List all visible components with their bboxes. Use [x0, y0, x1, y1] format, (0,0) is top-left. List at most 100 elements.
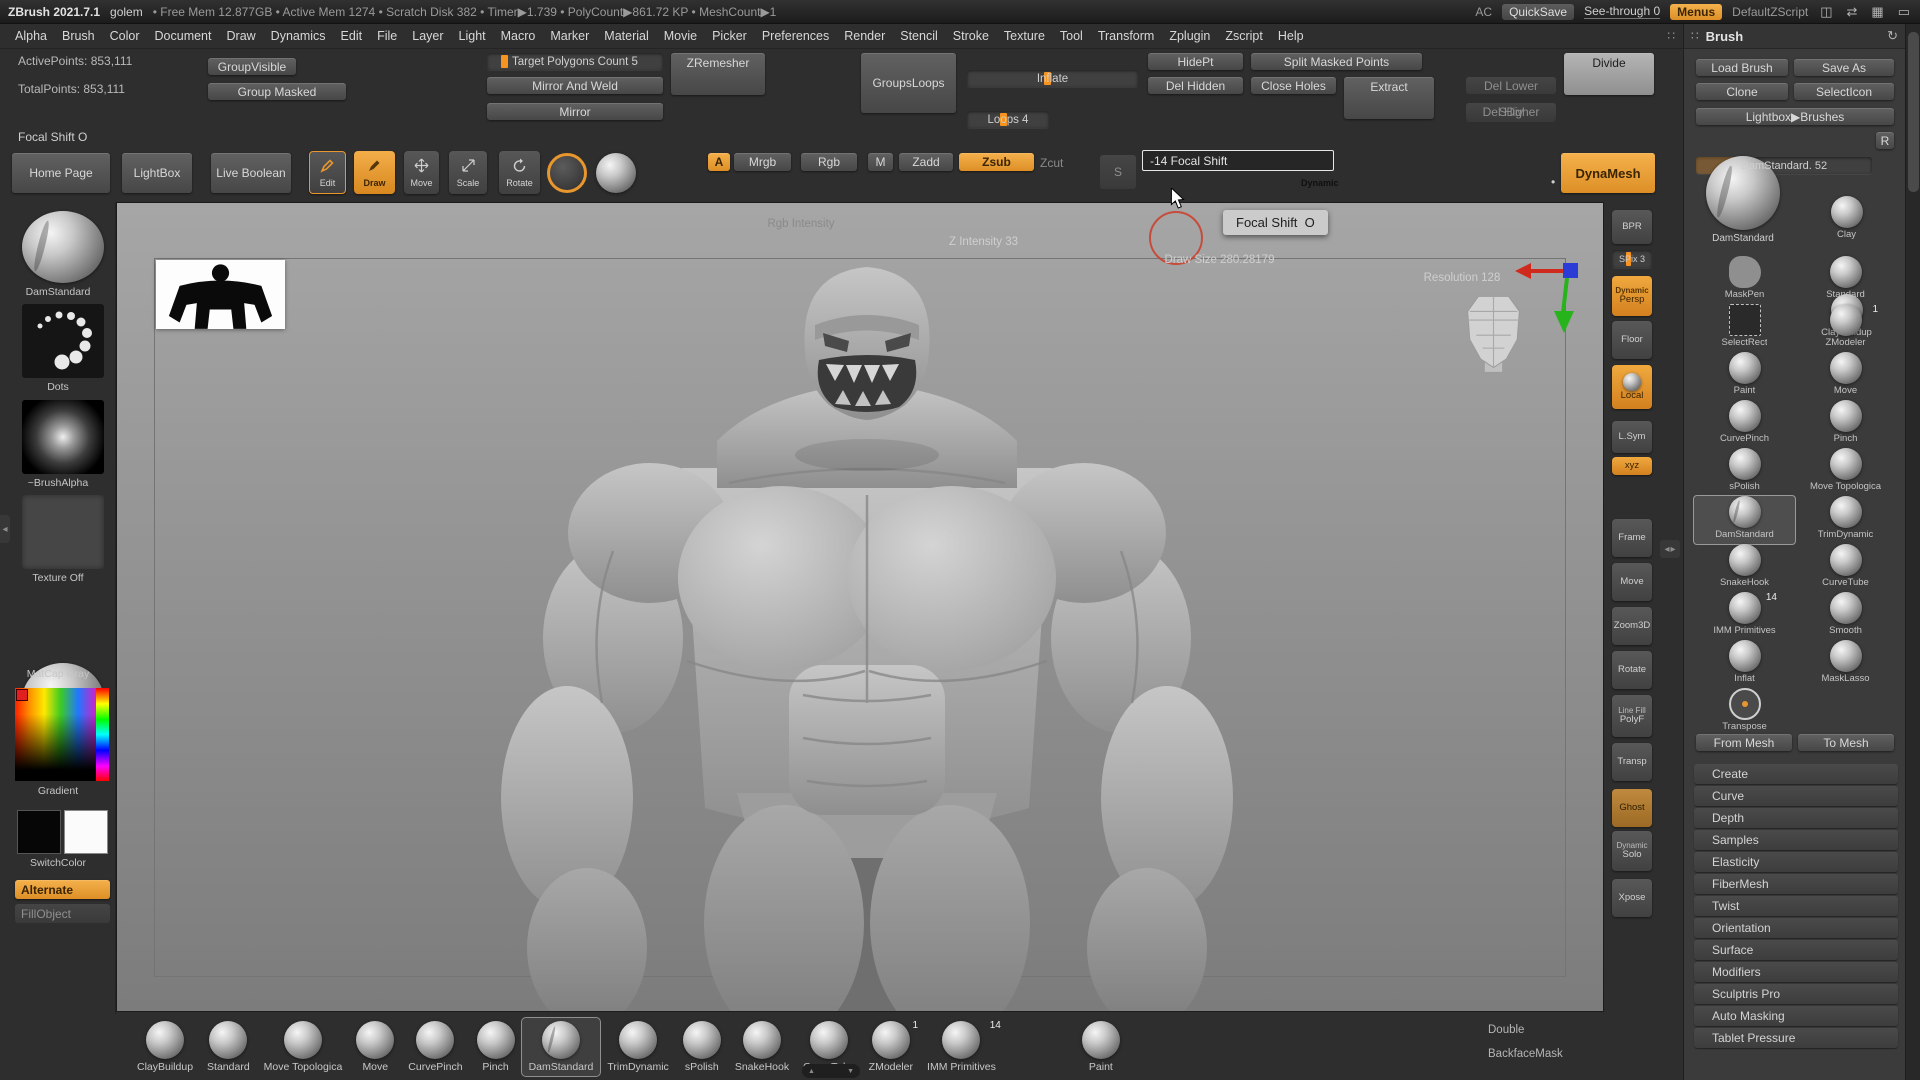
- frame-button[interactable]: Frame: [1612, 519, 1652, 557]
- solo-button[interactable]: DynamicSolo: [1612, 831, 1652, 871]
- menu-item[interactable]: Stencil: [893, 26, 945, 46]
- brush-cell[interactable]: Pinch: [1795, 400, 1896, 448]
- mrgb-button[interactable]: Mrgb: [734, 153, 791, 171]
- tray-item[interactable]: Move: [349, 1018, 401, 1076]
- brush-cell-selected[interactable]: DamStandard: [1694, 496, 1795, 544]
- tray-item[interactable]: CurvePinch: [401, 1018, 469, 1076]
- section-row[interactable]: FiberMesh: [1694, 874, 1898, 894]
- secondary-color-swatch[interactable]: [64, 810, 108, 854]
- move-button[interactable]: Move: [404, 151, 439, 194]
- mode-a-button[interactable]: A: [708, 153, 730, 171]
- stroke-thumb[interactable]: [22, 304, 104, 378]
- tray-item[interactable]: Pinch: [470, 1018, 522, 1076]
- reset-icon[interactable]: ↻: [1887, 28, 1898, 44]
- zadd-button[interactable]: Zadd: [899, 153, 953, 171]
- xpose-button[interactable]: Xpose: [1612, 879, 1652, 917]
- brush-cell[interactable]: Move Topologica: [1795, 448, 1896, 496]
- alpha-thumb[interactable]: [22, 400, 104, 474]
- scale-button[interactable]: Scale: [449, 151, 487, 194]
- brush-cell[interactable]: Inflat: [1694, 640, 1795, 688]
- current-material-sphere[interactable]: [596, 153, 636, 193]
- menu-item[interactable]: Light: [452, 26, 493, 46]
- backface-mask-toggle[interactable]: BackfaceMask: [1488, 1048, 1563, 1060]
- menus-button[interactable]: Menus: [1670, 4, 1722, 20]
- split-masked-points-button[interactable]: Split Masked Points: [1251, 53, 1422, 70]
- live-boolean-button[interactable]: Live Boolean: [211, 153, 291, 193]
- brush-cell[interactable]: sPolish: [1694, 448, 1795, 496]
- section-row[interactable]: Samples: [1694, 830, 1898, 850]
- menu-item[interactable]: Draw: [220, 26, 263, 46]
- rotate-nav-button[interactable]: Rotate: [1612, 651, 1652, 689]
- menu-item[interactable]: Layer: [405, 26, 450, 46]
- menu-item[interactable]: Marker: [543, 26, 596, 46]
- hidept-button[interactable]: HidePt: [1148, 53, 1243, 70]
- inflate-slider[interactable]: Inflate: [967, 70, 1138, 87]
- mirror-and-weld-button[interactable]: Mirror And Weld: [487, 77, 663, 94]
- edit-button[interactable]: Edit: [309, 151, 346, 194]
- dock-handle-icon[interactable]: ∷: [1667, 29, 1675, 43]
- rgb-button[interactable]: Rgb: [801, 153, 857, 171]
- tray-item[interactable]: Move Topologica: [257, 1018, 350, 1076]
- color-picker-square[interactable]: [15, 688, 96, 781]
- dynamesh-button[interactable]: DynaMesh: [1561, 153, 1655, 193]
- mirror-button[interactable]: Mirror: [487, 103, 663, 120]
- brush-cell[interactable]: SnakeHook: [1694, 544, 1795, 592]
- panel-divider-arrows[interactable]: ◂▸: [1660, 540, 1680, 558]
- menu-item[interactable]: Render: [837, 26, 892, 46]
- current-color-swatch[interactable]: [16, 689, 28, 701]
- brush-cell[interactable]: 14IMM Primitives: [1694, 592, 1795, 640]
- monitor-icon[interactable]: ▭: [1896, 4, 1912, 20]
- panes-icon[interactable]: ◫: [1818, 4, 1834, 20]
- menu-item[interactable]: Color: [103, 26, 147, 46]
- tray-item-selected[interactable]: DamStandard: [522, 1018, 601, 1076]
- brush-cell[interactable]: Clay: [1796, 196, 1897, 244]
- persp-button[interactable]: DynamicPersp: [1612, 276, 1652, 316]
- brush-cell[interactable]: SelectRect: [1694, 304, 1795, 352]
- menu-item[interactable]: Material: [597, 26, 655, 46]
- group-masked-button[interactable]: Group Masked: [208, 83, 346, 100]
- hue-strip[interactable]: [96, 688, 109, 781]
- section-row[interactable]: Orientation: [1694, 918, 1898, 938]
- m-button[interactable]: M: [868, 153, 893, 171]
- brush-cell[interactable]: MaskPen: [1694, 256, 1795, 304]
- sculpt-canvas[interactable]: [116, 202, 1604, 1012]
- divide-button[interactable]: Divide: [1564, 53, 1654, 95]
- from-mesh-button[interactable]: From Mesh: [1696, 734, 1792, 751]
- zremesher-button[interactable]: ZRemesher: [671, 53, 765, 95]
- menu-item[interactable]: Stroke: [946, 26, 996, 46]
- ghost-button[interactable]: Ghost: [1612, 789, 1652, 827]
- menu-item[interactable]: Transform: [1091, 26, 1162, 46]
- section-row[interactable]: Sculptris Pro: [1694, 984, 1898, 1004]
- fill-object-button[interactable]: FillObject: [15, 904, 110, 923]
- draw-button[interactable]: Draw: [354, 151, 395, 194]
- section-row[interactable]: Auto Masking: [1694, 1006, 1898, 1026]
- tray-item[interactable]: SnakeHook: [728, 1018, 796, 1076]
- menu-item[interactable]: Brush: [55, 26, 102, 46]
- tray-item[interactable]: TrimDynamic: [600, 1018, 675, 1076]
- brush-cell[interactable]: Transpose: [1694, 688, 1795, 736]
- brush-cell[interactable]: Smooth: [1795, 592, 1896, 640]
- menu-item[interactable]: Texture: [997, 26, 1052, 46]
- section-row[interactable]: Twist: [1694, 896, 1898, 916]
- sculptris-pro-button[interactable]: S: [1100, 155, 1136, 189]
- select-icon-button[interactable]: SelectIcon: [1794, 83, 1894, 100]
- tray-item[interactable]: sPolish: [676, 1018, 728, 1076]
- panel-scrollbar[interactable]: [1905, 24, 1920, 1080]
- zsub-button[interactable]: Zsub: [959, 153, 1034, 171]
- section-row[interactable]: Modifiers: [1694, 962, 1898, 982]
- menu-item[interactable]: Tool: [1053, 26, 1090, 46]
- lightbox-button[interactable]: LightBox: [122, 153, 192, 193]
- lsym-button[interactable]: L.Sym: [1612, 421, 1652, 453]
- current-color-ring[interactable]: [547, 153, 587, 193]
- brush-cell[interactable]: Move: [1795, 352, 1896, 400]
- r-button[interactable]: R: [1876, 132, 1894, 149]
- grid-icon[interactable]: ▦: [1869, 4, 1885, 20]
- loops-slider[interactable]: Loops 4: [967, 111, 1049, 128]
- scrollbar-thumb[interactable]: [1908, 32, 1919, 192]
- target-polygons-slider[interactable]: Target Polygons Count 5: [487, 53, 663, 70]
- section-row[interactable]: Elasticity: [1694, 852, 1898, 872]
- tray-item[interactable]: Paint: [1075, 1018, 1127, 1076]
- polyf-button[interactable]: Line FillPolyF: [1612, 695, 1652, 737]
- section-row[interactable]: Create: [1694, 764, 1898, 784]
- texture-thumb[interactable]: [22, 495, 104, 569]
